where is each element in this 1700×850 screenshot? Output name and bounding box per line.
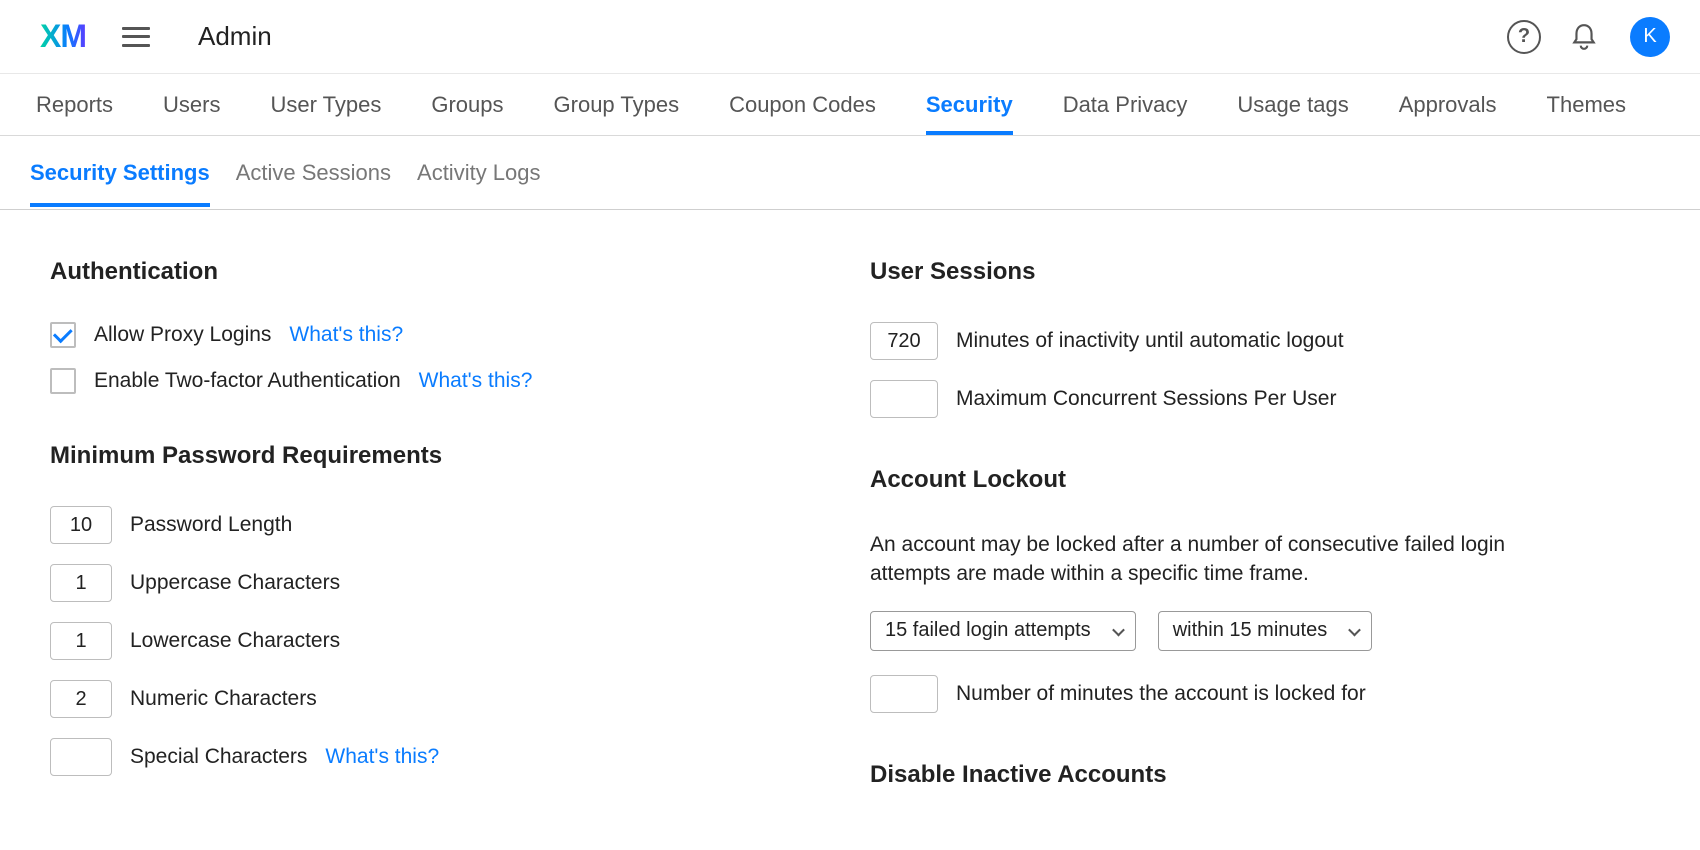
- password-requirements-section: Minimum Password Requirements Password L…: [50, 442, 830, 776]
- primary-tabs: Reports Users User Types Groups Group Ty…: [0, 74, 1700, 136]
- numeric-row: Numeric Characters: [50, 680, 830, 718]
- lock-minutes-row: Number of minutes the account is locked …: [870, 675, 1650, 713]
- lockout-window-value: within 15 minutes: [1173, 619, 1328, 642]
- subtab-active-sessions[interactable]: Active Sessions: [236, 140, 391, 206]
- lowercase-input[interactable]: [50, 622, 112, 660]
- concurrent-input[interactable]: [870, 380, 938, 418]
- two-factor-help-link[interactable]: What's this?: [419, 369, 533, 393]
- tab-coupon-codes[interactable]: Coupon Codes: [729, 74, 876, 135]
- tab-usage-tags[interactable]: Usage tags: [1237, 74, 1348, 135]
- disable-inactive-section: Disable Inactive Accounts: [870, 761, 1650, 789]
- subtab-activity-logs[interactable]: Activity Logs: [417, 140, 541, 206]
- allow-proxy-row: Allow Proxy Logins What's this?: [50, 322, 830, 348]
- secondary-tabs: Security Settings Active Sessions Activi…: [0, 136, 1700, 210]
- uppercase-label: Uppercase Characters: [130, 571, 340, 595]
- user-sessions-title: User Sessions: [870, 258, 1650, 286]
- authentication-title: Authentication: [50, 258, 830, 286]
- chevron-down-icon: [1348, 624, 1361, 637]
- inactivity-row: Minutes of inactivity until automatic lo…: [870, 322, 1650, 360]
- help-icon[interactable]: ?: [1506, 19, 1542, 55]
- two-factor-label: Enable Two-factor Authentication: [94, 369, 401, 393]
- tab-reports[interactable]: Reports: [36, 74, 113, 135]
- account-lockout-title: Account Lockout: [870, 466, 1650, 494]
- tab-user-types[interactable]: User Types: [271, 74, 382, 135]
- two-factor-checkbox[interactable]: [50, 368, 76, 394]
- special-label: Special Characters: [130, 745, 307, 769]
- lowercase-label: Lowercase Characters: [130, 629, 340, 653]
- inactivity-input[interactable]: [870, 322, 938, 360]
- content: Authentication Allow Proxy Logins What's…: [0, 210, 1700, 837]
- password-length-label: Password Length: [130, 513, 292, 537]
- tab-data-privacy[interactable]: Data Privacy: [1063, 74, 1188, 135]
- password-length-row: Password Length: [50, 506, 830, 544]
- uppercase-row: Uppercase Characters: [50, 564, 830, 602]
- two-factor-row: Enable Two-factor Authentication What's …: [50, 368, 830, 394]
- account-lockout-section: Account Lockout An account may be locked…: [870, 466, 1650, 713]
- menu-icon[interactable]: [122, 27, 150, 47]
- account-lockout-desc: An account may be locked after a number …: [870, 530, 1590, 589]
- allow-proxy-help-link[interactable]: What's this?: [289, 323, 403, 347]
- tab-group-types[interactable]: Group Types: [554, 74, 680, 135]
- inactivity-label: Minutes of inactivity until automatic lo…: [956, 329, 1344, 353]
- concurrent-row: Maximum Concurrent Sessions Per User: [870, 380, 1650, 418]
- top-bar: XM Admin ? K: [0, 0, 1700, 74]
- special-row: Special Characters What's this?: [50, 738, 830, 776]
- failed-attempts-value: 15 failed login attempts: [885, 619, 1091, 642]
- password-length-input[interactable]: [50, 506, 112, 544]
- right-column: User Sessions Minutes of inactivity unti…: [870, 258, 1650, 837]
- bell-icon[interactable]: [1566, 19, 1602, 55]
- subtab-security-settings[interactable]: Security Settings: [30, 140, 210, 206]
- page-title: Admin: [198, 21, 272, 52]
- failed-attempts-select[interactable]: 15 failed login attempts: [870, 611, 1136, 651]
- lockout-select-row: 15 failed login attempts within 15 minut…: [870, 611, 1650, 651]
- uppercase-input[interactable]: [50, 564, 112, 602]
- password-requirements-title: Minimum Password Requirements: [50, 442, 830, 470]
- tab-themes[interactable]: Themes: [1547, 74, 1626, 135]
- tab-users[interactable]: Users: [163, 74, 220, 135]
- special-input[interactable]: [50, 738, 112, 776]
- concurrent-label: Maximum Concurrent Sessions Per User: [956, 387, 1336, 411]
- avatar[interactable]: K: [1630, 17, 1670, 57]
- lock-minutes-input[interactable]: [870, 675, 938, 713]
- left-column: Authentication Allow Proxy Logins What's…: [50, 258, 830, 837]
- tab-groups[interactable]: Groups: [431, 74, 503, 135]
- numeric-label: Numeric Characters: [130, 687, 317, 711]
- authentication-section: Authentication Allow Proxy Logins What's…: [50, 258, 830, 394]
- user-sessions-section: User Sessions Minutes of inactivity unti…: [870, 258, 1650, 418]
- disable-inactive-title: Disable Inactive Accounts: [870, 761, 1650, 789]
- lock-minutes-label: Number of minutes the account is locked …: [956, 682, 1366, 706]
- logo: XM: [40, 18, 86, 55]
- numeric-input[interactable]: [50, 680, 112, 718]
- tab-security[interactable]: Security: [926, 74, 1013, 135]
- lowercase-row: Lowercase Characters: [50, 622, 830, 660]
- special-help-link[interactable]: What's this?: [325, 745, 439, 769]
- tab-approvals[interactable]: Approvals: [1399, 74, 1497, 135]
- lockout-window-select[interactable]: within 15 minutes: [1158, 611, 1373, 651]
- allow-proxy-label: Allow Proxy Logins: [94, 323, 271, 347]
- allow-proxy-checkbox[interactable]: [50, 322, 76, 348]
- chevron-down-icon: [1112, 624, 1125, 637]
